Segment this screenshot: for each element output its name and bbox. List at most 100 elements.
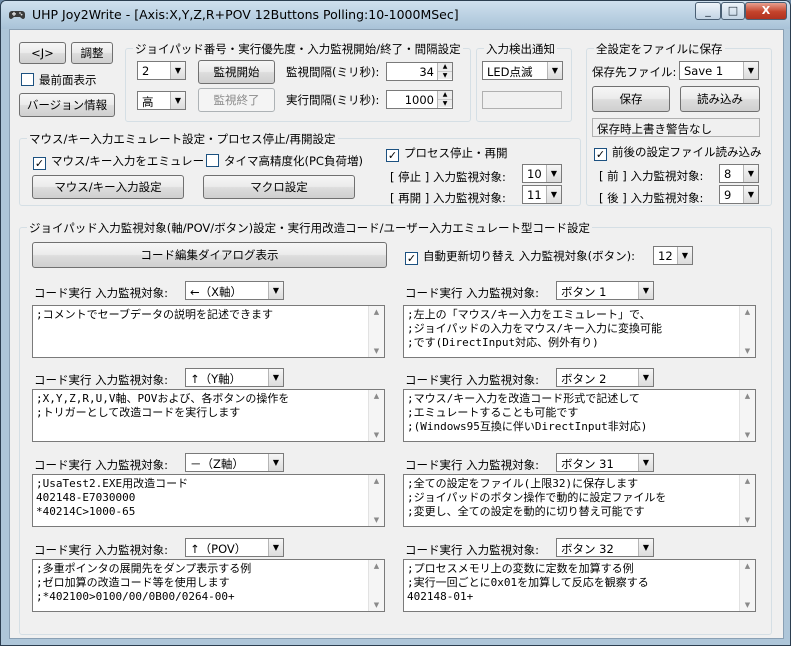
priority-select[interactable]: 高 ▼ [137,91,186,110]
title-bar[interactable]: UHP Joy2Write - [Axis:X,Y,Z,R+POV 12Butt… [1,1,790,29]
scroll-down-icon[interactable]: ▼ [369,431,384,439]
scroll-down-icon[interactable]: ▼ [740,516,755,524]
stop-select[interactable]: 10 ▼ [522,164,562,183]
code-textarea[interactable]: ;左上の「マウス/キー入力をエミュレート」で、 ;ジョイパッドの入力をマウス/キ… [403,305,756,358]
scroll-down-icon[interactable]: ▼ [369,516,384,524]
scroll-up-icon[interactable]: ▲ [740,477,755,485]
chevron-down-icon[interactable]: ▼ [547,62,562,79]
chevron-down-icon[interactable]: ▼ [743,186,758,203]
emulate-checkbox[interactable]: ✓ マウス/キー入力をエミュレート [33,153,216,170]
chevron-down-icon[interactable]: ▼ [677,247,692,264]
joypad-number-select[interactable]: 2 ▼ [137,61,186,80]
chevron-down-icon[interactable]: ▼ [170,92,185,109]
scroll-down-icon[interactable]: ▼ [740,431,755,439]
about-button[interactable]: <J> [19,42,66,64]
timer-checkbox[interactable]: タイマ高精度化(PC負荷増) [206,153,363,169]
code-target-select[interactable]: －（Z軸） ▼ [185,453,284,472]
chevron-down-icon[interactable]: ▼ [638,454,653,471]
code-textarea[interactable]: ;マウス/キー入力を改造コード形式で記述して ;エミュレートすることも可能です … [403,389,756,442]
chevron-down-icon[interactable]: ▼ [268,454,283,471]
code-entry-label: コード実行 入力監視対象: [405,286,540,300]
chevron-down-icon[interactable]: ▼ [743,62,758,79]
scrollbar[interactable]: ▲ ▼ [739,306,755,357]
chevron-down-icon[interactable]: ▼ [638,539,653,556]
code-entry-label: コード実行 入力監視対象: [34,458,169,472]
code-target-select[interactable]: ←（X軸） ▼ [185,281,284,300]
mouse-key-settings-button[interactable]: マウス/キー入力設定 [32,175,184,199]
code-edit-dialog-button[interactable]: コード編集ダイアログ表示 [32,242,387,268]
chevron-down-icon[interactable]: ▼ [546,165,561,182]
checkbox-box[interactable] [206,154,219,167]
chevron-down-icon[interactable]: ▼ [268,369,283,386]
code-textarea[interactable]: ;プロセスメモリ上の変数に定数を加算する例 ;実行一回ごとに0x01を加算して反… [403,559,756,612]
resume-select[interactable]: 11 ▼ [522,185,562,204]
scrollbar[interactable]: ▲ ▼ [368,306,384,357]
spinner-arrows-icon[interactable]: ▲ ▼ [437,63,452,80]
start-monitor-button[interactable]: 監視開始 [198,60,275,84]
scroll-up-icon[interactable]: ▲ [740,308,755,316]
code-target-select[interactable]: ↑（POV） ▼ [185,538,284,557]
code-textarea[interactable]: ;全ての設定をファイル(上限32)に保存します ;ジョイパッドのボタン操作で動的… [403,474,756,527]
monitor-interval-spinner[interactable]: 34 ▲ ▼ [386,62,453,81]
chevron-down-icon[interactable]: ▼ [546,186,561,203]
scroll-up-icon[interactable]: ▲ [740,392,755,400]
code-target-select[interactable]: ボタン 2 ▼ [556,368,654,387]
minimize-button[interactable]: _ [695,2,721,20]
chevron-down-icon[interactable]: ▼ [638,369,653,386]
auto-switch-checkbox[interactable]: ✓ 自動更新切り替え 入力監視対象(ボタン): [405,248,635,265]
settings-button[interactable]: 調整 [71,42,113,64]
close-button[interactable]: X [745,2,787,20]
scrollbar[interactable]: ▲ ▼ [739,475,755,526]
scrollbar[interactable]: ▲ ▼ [368,390,384,441]
prev-next-checkbox[interactable]: ✓ 前後の設定ファイル読み込み [594,144,762,161]
scrollbar[interactable]: ▲ ▼ [739,560,755,611]
scroll-up-icon[interactable]: ▲ [369,392,384,400]
code-group-title: ジョイパッド入力監視対象(軸/POV/ボタン)設定・実行用改造コード/ユーザー入… [27,220,593,236]
scroll-up-icon[interactable]: ▲ [369,308,384,316]
spinner-arrows-icon[interactable]: ▲ ▼ [437,91,452,108]
auto-switch-select[interactable]: 12 ▼ [653,246,693,265]
chevron-down-icon[interactable]: ▼ [638,282,653,299]
maximize-button[interactable]: □ [721,2,745,20]
chevron-down-icon[interactable]: ▼ [268,539,283,556]
code-textarea[interactable]: ;コメントでセーブデータの説明を記述できます ▲ ▼ [32,305,385,358]
code-textarea[interactable]: ;X,Y,Z,R,U,V軸、POVおよび、各ボタンの操作を ;トリガーとして改造… [32,389,385,442]
code-target-select[interactable]: ボタン 31 ▼ [556,453,654,472]
prev-select[interactable]: 8 ▼ [719,164,759,183]
stop-monitor-button[interactable]: 監視終了 [198,88,275,112]
always-on-top-checkbox[interactable]: 最前面表示 [21,72,97,88]
scrollbar[interactable]: ▲ ▼ [368,560,384,611]
check-icon[interactable]: ✓ [594,148,607,161]
process-checkbox[interactable]: ✓ プロセス停止・再開 [386,145,508,162]
save-button[interactable]: 保存 [592,86,670,112]
chevron-down-icon[interactable]: ▼ [743,165,758,182]
check-icon[interactable]: ✓ [33,157,46,170]
save-dest-select[interactable]: Save 1 ▼ [679,61,759,80]
notify-mode-select[interactable]: LED点滅 ▼ [482,61,563,80]
next-select[interactable]: 9 ▼ [719,185,759,204]
scroll-down-icon[interactable]: ▼ [740,347,755,355]
code-target-select[interactable]: ↑（Y軸） ▼ [185,368,284,387]
scroll-up-icon[interactable]: ▲ [369,477,384,485]
code-target-select[interactable]: ボタン 1 ▼ [556,281,654,300]
checkbox-box[interactable] [21,73,34,86]
scroll-down-icon[interactable]: ▼ [369,601,384,609]
macro-settings-button[interactable]: マクロ設定 [203,175,355,199]
exec-interval-spinner[interactable]: 1000 ▲ ▼ [386,90,453,109]
check-icon[interactable]: ✓ [386,149,399,162]
scrollbar[interactable]: ▲ ▼ [739,390,755,441]
scroll-up-icon[interactable]: ▲ [740,562,755,570]
chevron-down-icon[interactable]: ▼ [170,62,185,79]
code-target-select[interactable]: ボタン 32 ▼ [556,538,654,557]
code-textarea[interactable]: ;多重ポインタの展開先をダンプ表示する例 ;ゼロ加算の改造コード等を使用します … [32,559,385,612]
chevron-down-icon[interactable]: ▼ [268,282,283,299]
version-button[interactable]: バージョン情報 [19,93,115,117]
process-label: プロセス停止・再開 [404,146,508,160]
scroll-down-icon[interactable]: ▼ [369,347,384,355]
scroll-down-icon[interactable]: ▼ [740,601,755,609]
scrollbar[interactable]: ▲ ▼ [368,475,384,526]
code-textarea[interactable]: ;UsaTest2.EXE用改造コード 402148-E7030000 *402… [32,474,385,527]
scroll-up-icon[interactable]: ▲ [369,562,384,570]
check-icon[interactable]: ✓ [405,252,418,265]
load-button[interactable]: 読み込み [680,86,760,112]
